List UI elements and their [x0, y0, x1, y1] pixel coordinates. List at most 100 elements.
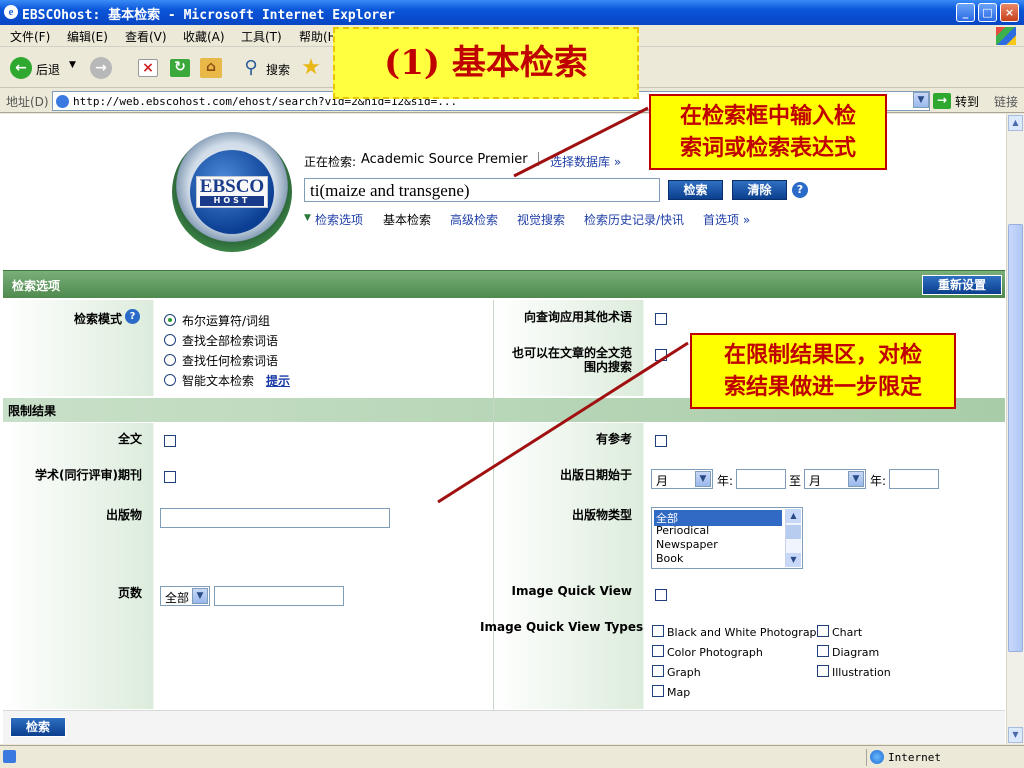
- search-input[interactable]: ti(maize and transgene): [304, 178, 660, 202]
- help-icon[interactable]: ?: [792, 182, 808, 198]
- options-triangle-icon: ▼: [304, 213, 311, 223]
- fulltext-search-checkbox[interactable]: [655, 349, 667, 361]
- close-button[interactable]: ×: [1000, 3, 1019, 22]
- maximize-button[interactable]: □: [978, 3, 997, 22]
- pub-date-to-label: 至: [789, 474, 802, 488]
- mode-any-words-radio[interactable]: [164, 354, 176, 366]
- illustration-checkbox[interactable]: [817, 665, 829, 677]
- favorites-star-icon[interactable]: ★: [300, 57, 322, 79]
- peer-reviewed-label: 学术(同行评审)期刊: [35, 468, 142, 482]
- chart-label: Chart: [832, 626, 863, 639]
- mode-all-words-label: 查找全部检索词语: [182, 334, 279, 348]
- pub-type-option[interactable]: Periodical: [656, 524, 709, 537]
- fulltext-checkbox[interactable]: [164, 435, 176, 447]
- title-bar: e EBSCOhost: 基本检索 - Microsoft Internet E…: [0, 0, 1024, 25]
- publication-input[interactable]: [160, 508, 390, 528]
- home-icon[interactable]: ⌂: [200, 58, 222, 78]
- pub-date-to-month-select[interactable]: 月 ▼: [804, 469, 866, 489]
- nav-advanced-search[interactable]: 高级检索: [450, 211, 498, 228]
- search-options-header: 检索选项 重新设置: [3, 270, 1005, 298]
- pub-date-from-year-label: 年:: [717, 474, 734, 488]
- nav-preferences[interactable]: 首选项 »: [703, 211, 750, 228]
- go-arrow-icon[interactable]: →: [933, 93, 951, 109]
- pub-date-to-year-input[interactable]: [889, 469, 939, 489]
- annotation-callout-limits: 在限制结果区，对检 索结果做进一步限定: [690, 333, 956, 409]
- host-logo-text: HOST: [200, 196, 264, 206]
- ebsco-host-logo: EBSCO HOST: [172, 132, 292, 252]
- search-mode-help-icon[interactable]: ?: [125, 309, 140, 324]
- hint-link[interactable]: 提示: [266, 372, 290, 389]
- clear-button[interactable]: 清除: [732, 180, 787, 200]
- go-button[interactable]: 转到: [955, 93, 979, 110]
- stop-icon[interactable]: ×: [138, 59, 158, 77]
- windows-logo-icon: [996, 27, 1016, 45]
- pages-select[interactable]: 全部 ▼: [160, 586, 210, 606]
- pub-type-listbox[interactable]: 全部 Periodical Newspaper Book ▲ ▼: [651, 507, 803, 569]
- internet-globe-icon: [870, 750, 884, 764]
- mode-smart-text-label: 智能文本检索: [182, 374, 255, 388]
- has-references-label: 有参考: [595, 432, 632, 446]
- pub-date-from-month-select[interactable]: 月 ▼: [651, 469, 713, 489]
- pub-type-label: 出版物类型: [571, 508, 632, 522]
- search-button[interactable]: 搜索: [266, 61, 290, 78]
- image-quick-view-types-label: Image Quick View Types: [480, 620, 644, 634]
- minimize-button[interactable]: _: [956, 3, 975, 22]
- pages-input[interactable]: [214, 586, 344, 606]
- menu-tools[interactable]: 工具(T): [241, 28, 282, 45]
- window-title: EBSCOhost: 基本检索 - Microsoft Internet Exp…: [22, 8, 395, 23]
- nav-search-options[interactable]: 检索选项: [315, 211, 363, 228]
- reset-button[interactable]: 重新设置: [922, 275, 1002, 295]
- search-query: ti(maize and transgene): [310, 181, 470, 200]
- bottom-bar: 检索: [3, 710, 1005, 744]
- nav-search-history[interactable]: 检索历史记录/快讯: [584, 211, 684, 228]
- nav-basic-search[interactable]: 基本检索: [383, 211, 431, 228]
- has-references-checkbox[interactable]: [655, 435, 667, 447]
- apply-related-checkbox[interactable]: [655, 313, 667, 325]
- back-button[interactable]: 后退: [36, 61, 60, 78]
- search-icon[interactable]: ⚲: [240, 57, 262, 79]
- color-photo-checkbox[interactable]: [652, 645, 664, 657]
- pub-type-option[interactable]: Newspaper: [656, 538, 718, 551]
- mode-smart-text-radio[interactable]: [164, 374, 176, 386]
- nav-visual-search[interactable]: 视觉搜索: [517, 211, 565, 228]
- back-dropdown-icon[interactable]: ▼: [69, 60, 76, 70]
- bottom-search-button[interactable]: 检索: [10, 717, 66, 737]
- menu-favorites[interactable]: 收藏(A): [183, 28, 225, 45]
- pub-date-label: 出版日期始于: [559, 468, 632, 482]
- forward-arrow-icon[interactable]: →: [90, 57, 112, 79]
- chart-checkbox[interactable]: [817, 625, 829, 637]
- mode-boolean-radio[interactable]: [164, 314, 176, 326]
- mode-all-words-radio[interactable]: [164, 334, 176, 346]
- refresh-icon[interactable]: ↻: [170, 59, 190, 77]
- diagram-label: Diagram: [832, 646, 880, 659]
- mode-any-words-label: 查找任何检索词语: [182, 354, 279, 368]
- ie-icon: e: [4, 5, 18, 19]
- image-quick-view-checkbox[interactable]: [655, 589, 667, 601]
- peer-reviewed-checkbox[interactable]: [164, 471, 176, 483]
- pub-date-from-year-input[interactable]: [736, 469, 786, 489]
- menu-file[interactable]: 文件(F): [10, 28, 50, 45]
- page-status-icon: [3, 750, 16, 763]
- page-content: EBSCO HOST 正在检索: Academic Source Premier…: [0, 114, 1006, 744]
- bw-photo-checkbox[interactable]: [652, 625, 664, 637]
- graph-label: Graph: [667, 666, 701, 679]
- address-dropdown[interactable]: ▼: [910, 91, 930, 111]
- menu-view[interactable]: 查看(V): [125, 28, 167, 45]
- choose-database-link[interactable]: 选择数据库 »: [550, 153, 621, 170]
- graph-checkbox[interactable]: [652, 665, 664, 677]
- pub-type-scrollbar[interactable]: ▲ ▼: [785, 509, 801, 567]
- pub-type-option[interactable]: Book: [656, 552, 683, 565]
- back-arrow-icon[interactable]: ←: [10, 57, 32, 79]
- scroll-down-icon[interactable]: ▼: [1008, 727, 1023, 743]
- pub-date-to-year-label: 年:: [870, 474, 887, 488]
- diagram-checkbox[interactable]: [817, 645, 829, 657]
- map-checkbox[interactable]: [652, 685, 664, 697]
- color-photo-label: Color Photograph: [667, 646, 763, 659]
- scroll-thumb[interactable]: [1008, 224, 1023, 652]
- limit-results-title: 限制结果: [8, 404, 57, 418]
- links-label[interactable]: 链接: [994, 93, 1018, 110]
- scroll-up-icon[interactable]: ▲: [1008, 115, 1023, 131]
- menu-edit[interactable]: 编辑(E): [67, 28, 108, 45]
- page-scrollbar[interactable]: ▲ ▼: [1006, 114, 1024, 744]
- search-button-main[interactable]: 检索: [668, 180, 723, 200]
